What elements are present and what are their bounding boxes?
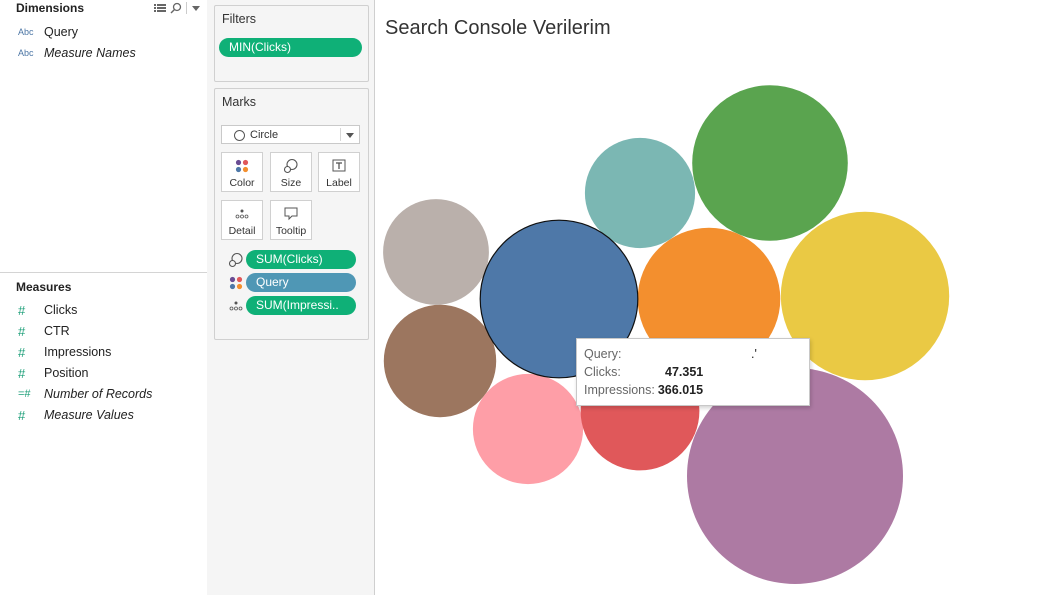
detail-button-label: Detail	[228, 225, 256, 237]
size-icon	[271, 158, 311, 174]
filter-pill-min-clicks[interactable]: MIN(Clicks)	[219, 38, 362, 57]
dimensions-title: Dimensions	[16, 1, 85, 15]
size-button-label: Size	[280, 177, 302, 189]
circle-mark-icon	[234, 130, 245, 141]
filters-title: Filters	[222, 12, 257, 26]
number-type-icon: #	[18, 344, 26, 360]
tooltip-button-label: Tooltip	[275, 225, 307, 237]
dimension-label: Measure Names	[44, 46, 136, 60]
chevron-down-icon[interactable]	[191, 4, 201, 12]
marks-pill-sum-impressions[interactable]: SUM(Impressi..	[246, 296, 356, 315]
measure-label: Clicks	[44, 303, 78, 317]
marks-title: Marks	[222, 95, 257, 109]
detail-icon	[228, 298, 244, 314]
label-button-label: Label	[326, 177, 352, 189]
measure-label: Impressions	[44, 345, 112, 359]
bubble-mark-3[interactable]	[692, 85, 848, 241]
marks-card: Marks Circle Color Size Label Detail Too…	[214, 88, 369, 340]
mark-type-dropdown[interactable]: Circle	[221, 125, 360, 144]
bubble-chart	[383, 85, 950, 584]
label-button[interactable]: Label	[318, 152, 360, 192]
tooltip-button[interactable]: Tooltip	[270, 200, 312, 240]
filters-card[interactable]: Filters MIN(Clicks)	[214, 5, 369, 82]
number-type-icon: #	[18, 407, 26, 423]
measures-title: Measures	[16, 280, 72, 294]
measure-label: Number of Records	[44, 387, 153, 401]
tooltip-clicks-row: Clicks: 47.351	[584, 365, 703, 381]
detail-button[interactable]: Detail	[221, 200, 263, 240]
calculated-number-icon: =#	[18, 388, 31, 400]
tooltip-impressions-row: Impressions: 366.015	[584, 383, 703, 399]
number-type-icon: #	[18, 323, 26, 339]
measure-field-ctr[interactable]: # CTR	[18, 321, 70, 341]
dimension-field-measure-names[interactable]: Abc Measure Names	[18, 43, 136, 63]
measure-field-number-of-records[interactable]: =# Number of Records	[18, 384, 152, 404]
mark-type-label: Circle	[250, 129, 279, 141]
detail-icon	[222, 206, 262, 222]
bubble-mark-7[interactable]	[383, 199, 489, 305]
bubble-mark-8[interactable]	[383, 304, 497, 418]
tooltip-query-value: .'	[751, 347, 757, 361]
shelves-column: Filters MIN(Clicks) Marks Circle Color S…	[207, 0, 375, 595]
marks-pill-sum-clicks[interactable]: SUM(Clicks)	[246, 250, 356, 269]
size-button[interactable]: Size	[270, 152, 312, 192]
pane-divider[interactable]	[0, 272, 207, 273]
measure-field-clicks[interactable]: # Clicks	[18, 300, 77, 320]
tooltip-clicks-value: 47.351	[665, 365, 704, 379]
tooltip-query-label: Query:	[584, 347, 622, 361]
measure-field-impressions[interactable]: # Impressions	[18, 342, 111, 362]
measure-label: Measure Values	[44, 408, 134, 422]
chevron-down-icon	[346, 133, 354, 138]
string-type-icon: Abc	[18, 27, 34, 37]
mark-tooltip: Query: .' Clicks: 47.351 Impressions: 36…	[576, 338, 810, 406]
dimension-label: Query	[44, 25, 79, 39]
marks-pill-query[interactable]: Query	[246, 273, 356, 292]
measure-label: Position	[44, 366, 89, 380]
string-type-icon: Abc	[18, 48, 34, 58]
number-type-icon: #	[18, 302, 26, 318]
dropdown-separator	[340, 128, 341, 141]
number-type-icon: #	[18, 365, 26, 381]
bubble-mark-9[interactable]	[472, 373, 584, 485]
tooltip-query-row: Query: .'	[584, 347, 757, 363]
text-label-icon	[319, 158, 359, 174]
color-button-label: Color	[229, 177, 255, 189]
color-button[interactable]: Color	[221, 152, 263, 192]
measure-field-measure-values[interactable]: # Measure Values	[18, 405, 134, 425]
pane-tools	[154, 0, 201, 16]
color-icon	[228, 275, 244, 291]
dimension-field-query[interactable]: Abc Query	[18, 22, 78, 42]
measure-field-position[interactable]: # Position	[18, 363, 88, 383]
data-pane: Dimensions Abc Query Abc Measure Names M…	[0, 0, 208, 595]
color-icon	[222, 158, 262, 174]
tools-divider	[186, 2, 187, 14]
bubble-mark-6[interactable]	[584, 137, 696, 249]
measure-label: CTR	[44, 324, 70, 338]
tooltip-icon	[271, 206, 311, 222]
tooltip-clicks-label: Clicks:	[584, 365, 621, 379]
tooltip-impressions-label: Impressions:	[584, 383, 655, 397]
viz-area: Search Console Verilerim	[375, 0, 1039, 595]
size-icon	[228, 252, 244, 268]
list-view-icon[interactable]	[154, 3, 166, 13]
search-icon[interactable]	[170, 2, 182, 14]
tooltip-impressions-value: 366.015	[657, 383, 704, 397]
